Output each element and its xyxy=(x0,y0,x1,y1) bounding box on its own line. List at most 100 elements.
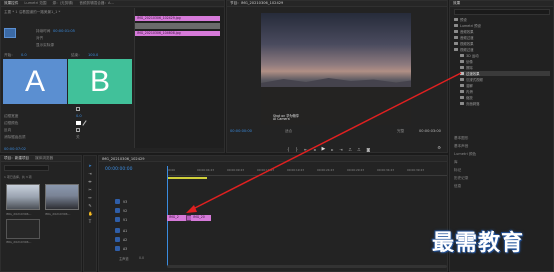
master-clip-label[interactable]: 主要 * 1 沿着国道的一路美景1_1 * xyxy=(4,10,60,15)
tab-sequence[interactable]: IMG_20210306_102429 xyxy=(102,157,145,161)
tools-panel: ➤ ⇥ ⇹ ✂ ↔ ✎ ✋ T xyxy=(83,155,97,272)
lift-icon[interactable]: ⎍ xyxy=(349,147,352,152)
ripple-edit-icon[interactable]: ⇹ xyxy=(88,180,92,184)
track-toggle[interactable] xyxy=(115,228,120,233)
tree-lumetri-presets[interactable]: Lumetri 预设 xyxy=(454,23,481,28)
project-thumb-2[interactable] xyxy=(45,184,79,210)
tree-zoom[interactable]: 缩放 xyxy=(460,95,473,100)
tree-selected-effect[interactable]: 过渡效果 xyxy=(460,71,550,76)
settings-icon[interactable]: ⚙ xyxy=(437,145,441,150)
tab-source[interactable]: 源：(无剪辑) xyxy=(53,1,74,6)
track-a2: A2 xyxy=(99,236,165,244)
quality-select[interactable]: 完整 xyxy=(397,129,404,134)
folder-icon xyxy=(460,60,464,63)
timeline-ruler: 00:00 00:00:04:23 00:00:09:23 00:00:14:2… xyxy=(167,166,447,176)
effects-search[interactable] xyxy=(454,9,550,15)
program-timecode[interactable]: 00:00:00:00 xyxy=(230,129,252,133)
border-color-swatch[interactable] xyxy=(76,121,81,125)
fit-select[interactable]: 适合 xyxy=(285,129,292,134)
master-track-label: 主声道 xyxy=(119,257,129,261)
export-frame-icon[interactable]: ◙ xyxy=(366,147,370,152)
track-toggle[interactable] xyxy=(115,208,120,213)
master-track-value[interactable]: 0.0 xyxy=(139,256,144,260)
go-to-out-icon[interactable]: ⇥ xyxy=(339,147,342,152)
folder-icon xyxy=(454,42,458,45)
show-sources-checkbox[interactable] xyxy=(76,107,80,111)
tab-audio-mixer[interactable]: 音频剪辑混合器：A... xyxy=(79,1,114,6)
tree-dissolve[interactable]: 溶解 xyxy=(460,83,473,88)
duration-value[interactable]: 00:00:01:05 xyxy=(53,29,75,33)
go-to-in-icon[interactable]: ⇤ xyxy=(304,147,307,152)
end-label: 结束： xyxy=(71,53,82,57)
tree-3d-motion[interactable]: 3D 运动 xyxy=(460,53,479,58)
tree-audio-transitions[interactable]: 音频过渡 xyxy=(454,35,474,40)
track-select-icon[interactable]: ⇥ xyxy=(88,172,92,176)
end-value[interactable]: 100.0 xyxy=(88,53,98,57)
track-toggle[interactable] xyxy=(115,246,120,251)
track-toggle[interactable] xyxy=(115,217,120,222)
lower-essential-sound[interactable]: 基本声音 xyxy=(454,144,468,149)
tree-wipe[interactable]: 擦除 xyxy=(460,65,473,70)
lower-essential-graphics[interactable]: 基本图形 xyxy=(454,136,468,141)
project-thumb-3[interactable] xyxy=(6,219,40,239)
extract-icon[interactable]: ⎍ xyxy=(358,147,361,152)
timeline-scrollbar[interactable] xyxy=(167,265,447,268)
work-area-bar[interactable] xyxy=(167,177,207,179)
folder-icon xyxy=(460,72,464,75)
tab-effects[interactable]: 效果 xyxy=(453,1,460,6)
effect-transition-bar[interactable] xyxy=(135,23,220,29)
start-value[interactable]: 0.0 xyxy=(21,53,27,57)
step-forward-icon[interactable]: ▸ xyxy=(331,147,333,152)
play-icon[interactable]: ▶ xyxy=(321,146,325,152)
lower-history[interactable]: 历史记录 xyxy=(454,176,468,181)
track-label-v3: V3 xyxy=(123,200,128,204)
step-back-icon[interactable]: ◂ xyxy=(313,147,315,152)
tree-immersive[interactable]: 沉浸式视频 xyxy=(460,77,483,82)
type-icon[interactable]: T xyxy=(88,220,92,224)
tree-iris[interactable]: 划像 xyxy=(460,59,473,64)
tab-media-browser[interactable]: 媒体浏览器 xyxy=(35,156,53,161)
lower-markers[interactable]: 标记 xyxy=(454,168,461,173)
mark-out-icon[interactable]: } xyxy=(296,147,299,152)
track-label-v1: V1 xyxy=(123,218,128,222)
folder-icon xyxy=(454,24,458,27)
tree-presets[interactable]: 预设 xyxy=(454,17,467,22)
project-search[interactable] xyxy=(4,165,49,171)
antialias-value[interactable]: 关 xyxy=(76,135,80,140)
transition-a-box: A xyxy=(3,59,67,104)
track-toggle[interactable] xyxy=(115,237,120,242)
tree-video-transitions[interactable]: 视频过渡 xyxy=(454,47,474,52)
lower-info[interactable]: 信息 xyxy=(454,184,461,189)
mark-in-icon[interactable]: { xyxy=(287,147,290,152)
reverse-checkbox[interactable] xyxy=(76,128,80,132)
effect-clip-a[interactable]: IMG_20210306_102429.jpg xyxy=(135,16,220,21)
tree-slide[interactable]: 内滑 xyxy=(460,89,473,94)
timeline-timecode[interactable]: 00:00:00:00 xyxy=(105,167,132,172)
tab-lumetri[interactable]: Lumetri 范围 xyxy=(24,1,46,6)
tree-audio-effects[interactable]: 音频效果 xyxy=(454,29,474,34)
folder-icon xyxy=(460,96,464,99)
track-label-a2: A2 xyxy=(123,238,128,242)
lower-lumetri-color[interactable]: Lumetri 颜色 xyxy=(454,152,476,157)
project-thumb-1[interactable] xyxy=(6,184,40,210)
tree-video-effects[interactable]: 视频效果 xyxy=(454,41,474,46)
track-v2: V2 xyxy=(99,207,165,215)
selection-tool-icon[interactable]: ➤ xyxy=(88,164,92,168)
razor-icon[interactable]: ✂ xyxy=(88,188,92,192)
tab-program[interactable]: 节目：IMG_20210306_102429 xyxy=(230,1,283,6)
track-toggle[interactable] xyxy=(115,199,120,204)
tab-project[interactable]: 项目：新建项目 xyxy=(4,156,29,161)
slip-icon[interactable]: ↔ xyxy=(88,196,92,200)
effect-clip-b[interactable]: IMG_20210306_104608.jpg xyxy=(135,31,220,36)
timeline-clip-2[interactable]: IMG_20 xyxy=(191,215,211,221)
timeline-panel: IMG_20210306_102429 00:00:00:00 00:00 00… xyxy=(98,155,448,272)
hand-icon[interactable]: ✋ xyxy=(88,212,93,216)
program-monitor-panel: 节目：IMG_20210306_102429 Shot on 华为畅享 AI C… xyxy=(226,0,448,153)
tree-page-peel[interactable]: 页面剥落 xyxy=(460,101,480,106)
lower-libraries[interactable]: 库 xyxy=(454,160,458,165)
transition-preview-thumb[interactable] xyxy=(4,28,16,38)
border-width-value[interactable]: 0.0 xyxy=(76,114,82,118)
tab-effect-controls[interactable]: 效果控件 xyxy=(4,1,18,6)
eyedropper-icon[interactable] xyxy=(82,120,87,126)
pen-icon[interactable]: ✎ xyxy=(88,204,92,208)
